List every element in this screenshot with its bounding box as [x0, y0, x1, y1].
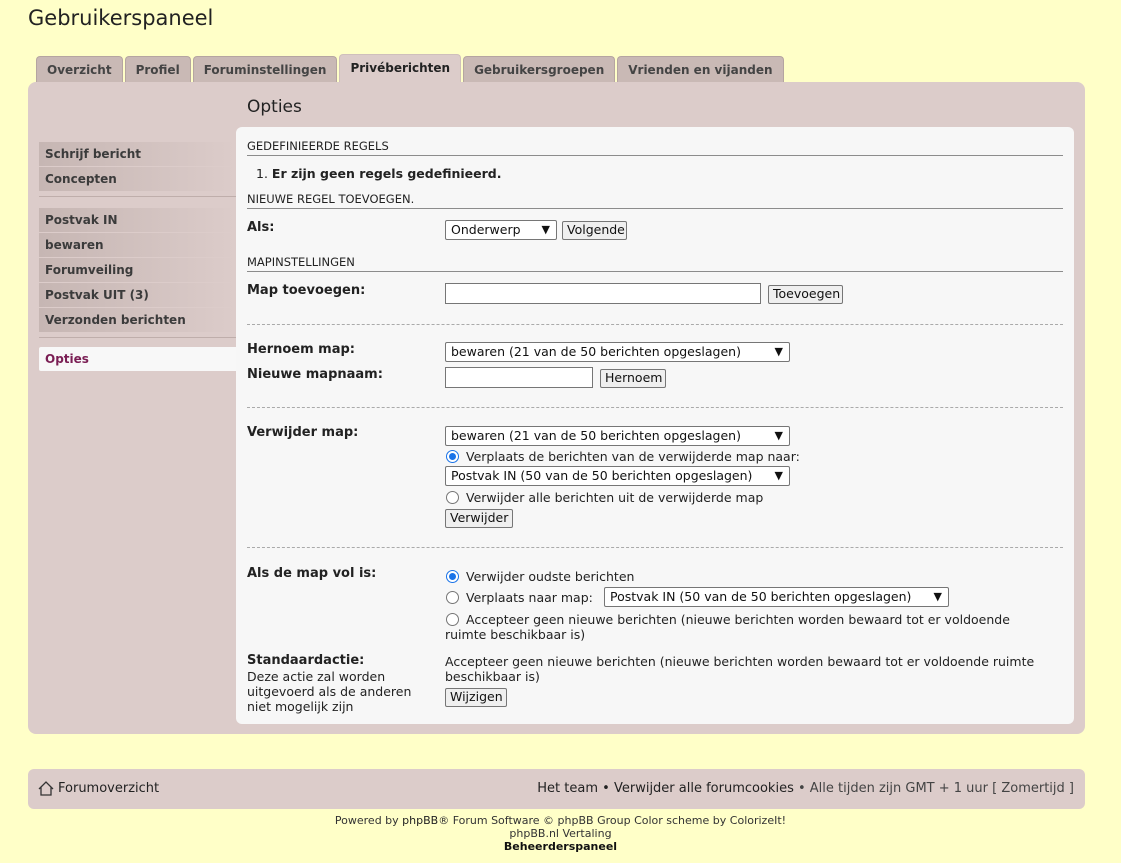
chevron-down-icon: ▼	[774, 469, 783, 482]
new-rule-heading: NIEUWE REGEL TOEVOEGEN.	[247, 192, 1063, 209]
forum-index-label: Forumoverzicht	[58, 781, 160, 796]
page-title: Gebruikerspaneel	[28, 6, 214, 30]
move-messages-radio[interactable]	[446, 450, 459, 463]
tab-profiel[interactable]: Profiel	[124, 56, 191, 82]
change-button[interactable]: Wijzigen	[445, 688, 507, 707]
delete-cookies-link[interactable]: Verwijder alle forumcookies	[614, 781, 794, 796]
translation-credit: phpBB.nl Vertaling	[509, 827, 612, 840]
tab-gebruikersgroepen[interactable]: Gebruikersgroepen	[463, 56, 616, 82]
list-number: 1.	[256, 166, 272, 181]
new-folder-name-label: Nieuwe mapnaam:	[247, 367, 383, 382]
sidebar-item-schrijf-bericht[interactable]: Schrijf bericht	[39, 142, 236, 166]
rename-folder-select[interactable]: bewaren (21 van de 50 berichten opgeslag…	[445, 342, 790, 362]
add-folder-button[interactable]: Toevoegen	[768, 285, 843, 304]
main-panel: Opties Schrijf bericht Concepten Postvak…	[28, 82, 1085, 734]
move-target-select[interactable]: Postvak IN (50 van de 50 berichten opges…	[445, 466, 790, 486]
default-action-value: Accepteer geen nieuwe berichten (nieuwe …	[445, 654, 1035, 684]
timezone-text: • Alle tijden zijn GMT + 1 uur [ Zomerti…	[797, 781, 1074, 796]
delete-oldest-radio[interactable]	[446, 570, 459, 583]
rules-list: 1. Er zijn geen regels gedefinieerd.	[256, 166, 501, 181]
rule-if-label: Als:	[247, 220, 275, 235]
delete-folder-select-value: bewaren (21 van de 50 berichten opgeslag…	[451, 428, 741, 443]
chevron-down-icon: ▼	[774, 429, 783, 442]
default-action-label: Standaardactie:	[247, 653, 365, 668]
chevron-down-icon: ▼	[774, 345, 783, 358]
sidebar-item-opties[interactable]: Opties	[39, 347, 236, 371]
phpbb-link[interactable]: phpBB	[402, 814, 438, 827]
tab-bar: Overzicht Profiel Foruminstellingen Priv…	[36, 54, 786, 82]
rename-button[interactable]: Hernoem	[600, 369, 666, 388]
add-folder-label: Map toevoegen:	[247, 283, 366, 298]
delete-all-radio[interactable]	[446, 491, 459, 504]
rule-field-select[interactable]: Onderwerp ▼	[445, 220, 557, 240]
divider	[247, 407, 1063, 408]
defined-rules-heading: GEDEFINIEERDE REGELS	[247, 139, 1063, 156]
new-folder-name-input[interactable]	[445, 367, 593, 388]
no-new-messages-label: Accepteer geen nieuwe berichten (nieuwe …	[445, 612, 1010, 642]
default-action-desc: Deze actie zal worden uitgevoerd als de …	[247, 669, 412, 714]
footer-separator: •	[602, 781, 610, 796]
colorizeit-link[interactable]: ColorizeIt!	[730, 814, 786, 827]
sidebar-item-bewaren[interactable]: bewaren	[39, 233, 236, 257]
tab-overzicht[interactable]: Overzicht	[36, 56, 123, 82]
footer-bar: Forumoverzicht Het team • Verwijder alle…	[28, 769, 1085, 809]
next-button[interactable]: Volgende	[562, 221, 627, 240]
delete-oldest-label: Verwijder oudste berichten	[466, 569, 635, 584]
add-folder-input[interactable]	[445, 283, 761, 304]
sidebar-divider	[39, 196, 236, 197]
powered-by-text: Powered by	[334, 814, 399, 827]
full-move-target-select-value: Postvak IN (50 van de 50 berichten opges…	[610, 589, 912, 604]
delete-folder-button[interactable]: Verwijder	[445, 509, 513, 528]
powered-by: Powered by phpBB® Forum Software © phpBB…	[0, 814, 1121, 827]
chevron-down-icon: ▼	[541, 223, 550, 236]
full-move-target-select[interactable]: Postvak IN (50 van de 50 berichten opges…	[604, 587, 949, 607]
chevron-down-icon: ▼	[933, 590, 942, 603]
move-to-folder-radio[interactable]	[446, 591, 459, 604]
tab-priveberichten[interactable]: Privéberichten	[339, 54, 462, 82]
divider	[247, 547, 1063, 548]
team-link[interactable]: Het team	[537, 781, 598, 796]
sidebar-item-postvak-in[interactable]: Postvak IN	[39, 208, 236, 232]
sidebar-divider	[39, 337, 236, 338]
rule-field-select-value: Onderwerp	[451, 222, 521, 237]
sidebar-item-forumveiling[interactable]: Forumveiling	[39, 258, 236, 282]
move-target-select-value: Postvak IN (50 van de 50 berichten opges…	[451, 468, 753, 483]
delete-folder-select[interactable]: bewaren (21 van de 50 berichten opgeslag…	[445, 426, 790, 446]
credits-text: ® Forum Software © phpBB Group Color sch…	[438, 814, 727, 827]
sidebar-item-concepten[interactable]: Concepten	[39, 167, 236, 191]
move-to-folder-label: Verplaats naar map:	[466, 590, 593, 605]
admin-panel-link[interactable]: Beheerderspaneel	[0, 840, 1121, 853]
delete-folder-label: Verwijder map:	[247, 425, 359, 440]
forum-index-link[interactable]: Forumoverzicht	[38, 781, 159, 796]
full-folder-label: Als de map vol is:	[247, 566, 377, 581]
sidebar: Schrijf bericht Concepten Postvak IN bew…	[39, 142, 236, 372]
rename-folder-label: Hernoem map:	[247, 342, 356, 357]
divider	[247, 324, 1063, 325]
delete-all-label: Verwijder alle berichten uit de verwijde…	[466, 490, 764, 505]
tab-vrienden-en-vijanden[interactable]: Vrienden en vijanden	[617, 56, 784, 82]
sidebar-item-postvak-uit[interactable]: Postvak UIT (3)	[39, 283, 236, 307]
move-messages-label: Verplaats de berichten van de verwijderd…	[466, 449, 800, 464]
tab-foruminstellingen[interactable]: Foruminstellingen	[192, 56, 338, 82]
sidebar-item-verzonden-berichten[interactable]: Verzonden berichten	[39, 308, 236, 332]
section-title: Opties	[247, 97, 302, 117]
footer-links: Het team • Verwijder alle forumcookies •…	[537, 781, 1074, 796]
no-rules-text: Er zijn geen regels gedefinieerd.	[271, 166, 502, 181]
rename-folder-select-value: bewaren (21 van de 50 berichten opgeslag…	[451, 344, 741, 359]
folder-settings-heading: MAPINSTELLINGEN	[247, 255, 1063, 272]
home-icon	[38, 781, 54, 796]
options-content: GEDEFINIEERDE REGELS 1. Er zijn geen reg…	[236, 127, 1074, 724]
